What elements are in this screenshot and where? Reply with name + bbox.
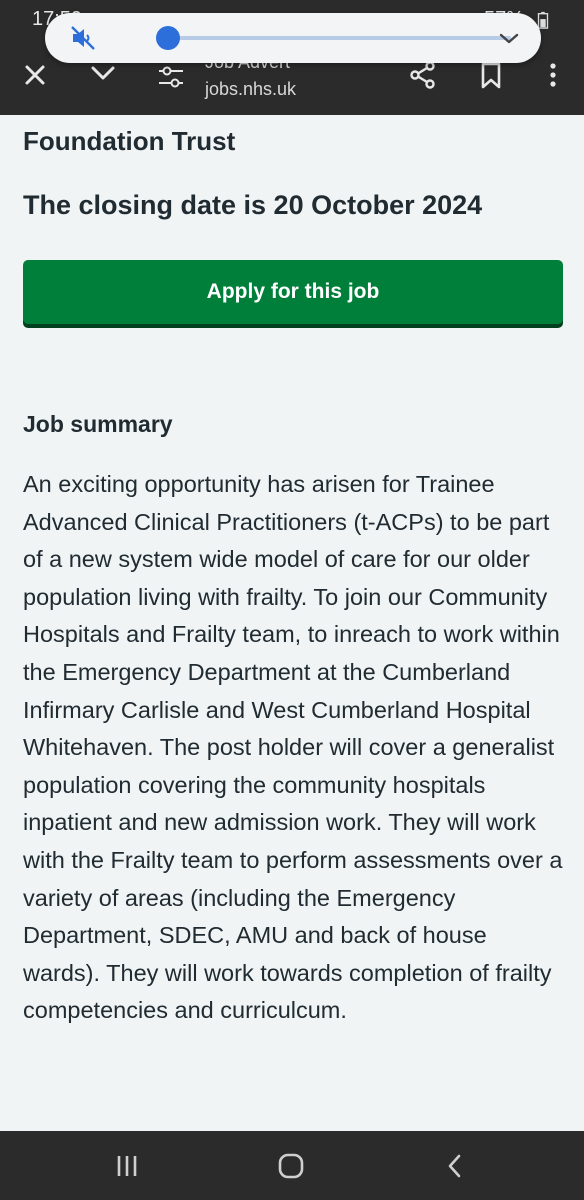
page-url: jobs.nhs.uk: [205, 79, 297, 99]
more-icon[interactable]: [538, 60, 568, 90]
volume-slider-track[interactable]: [167, 36, 511, 40]
chevron-down-icon[interactable]: [497, 26, 521, 50]
volume-slider-thumb[interactable]: [156, 26, 180, 50]
bookmark-icon[interactable]: [476, 60, 506, 90]
organisation-name: Foundation Trust: [23, 126, 236, 156]
job-summary-text: An exciting opportunity has arisen for T…: [23, 471, 563, 1024]
job-summary-heading: Job summary: [23, 411, 173, 437]
close-icon[interactable]: [20, 60, 50, 90]
closing-date: The closing date is 20 October 2024: [23, 190, 483, 220]
volume-muted-icon[interactable]: [69, 24, 97, 52]
back-icon[interactable]: [440, 1151, 470, 1181]
customize-icon[interactable]: [156, 62, 186, 92]
recents-icon[interactable]: [112, 1151, 142, 1181]
apply-button[interactable]: Apply for this job: [23, 260, 563, 324]
home-icon[interactable]: [276, 1151, 306, 1181]
system-nav-bar: [0, 1131, 584, 1200]
volume-panel: [45, 13, 541, 63]
share-icon[interactable]: [408, 60, 438, 90]
